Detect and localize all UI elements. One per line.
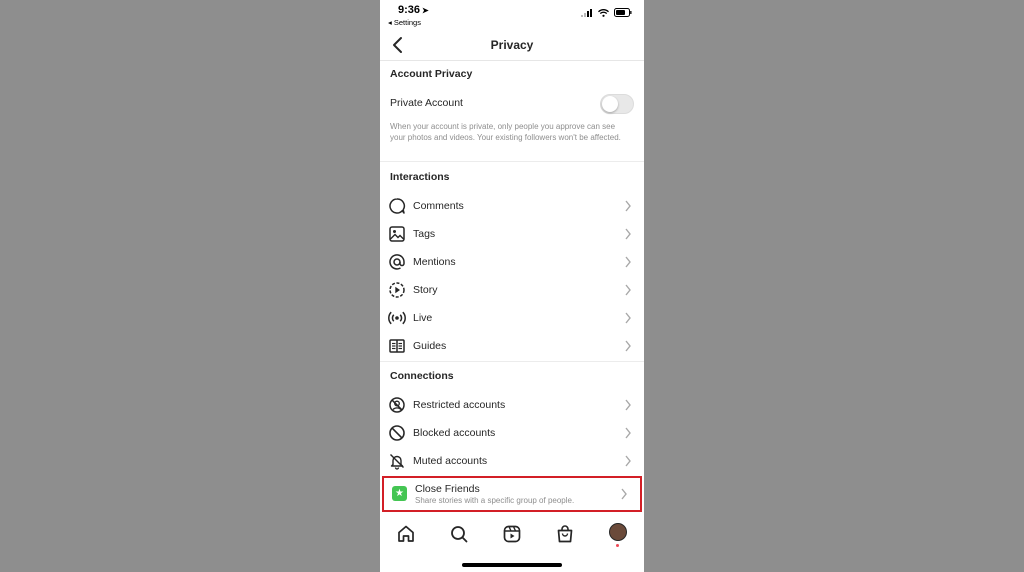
home-indicator <box>462 563 562 567</box>
chevron-right-icon <box>625 200 631 212</box>
blocked-icon <box>389 425 405 441</box>
connections-heading: Connections <box>390 370 454 382</box>
signal-icon <box>581 8 592 17</box>
row-label: Muted accounts <box>413 455 488 467</box>
bottom-tab-bar <box>380 515 644 555</box>
chevron-right-icon <box>625 284 631 296</box>
chevron-right-icon <box>625 256 631 268</box>
row-label: Guides <box>413 340 447 352</box>
row-label: Live <box>413 312 433 324</box>
close-friends-label: Close Friends <box>415 483 480 495</box>
profile-avatar[interactable] <box>609 523 627 541</box>
tag-photo-icon <box>389 226 405 242</box>
toggle-knob <box>602 96 618 112</box>
row-label: Blocked accounts <box>413 427 496 439</box>
row-mentions[interactable]: Mentions <box>380 248 644 276</box>
comment-icon <box>389 198 406 214</box>
row-guides[interactable]: Guides <box>380 332 644 360</box>
private-account-label: Private Account <box>390 97 463 109</box>
row-blocked-accounts[interactable]: Blocked accounts <box>380 419 644 447</box>
shop-icon[interactable] <box>554 523 576 545</box>
chevron-right-icon <box>625 427 631 439</box>
row-label: Story <box>413 284 438 296</box>
interactions-heading: Interactions <box>390 171 450 183</box>
divider <box>380 161 644 162</box>
page-title: Privacy <box>490 38 534 52</box>
row-label: Comments <box>413 200 464 212</box>
mention-icon <box>389 254 405 270</box>
chevron-right-icon <box>625 399 631 411</box>
status-bar: 9:36 ➤ ◂ Settings <box>380 0 644 30</box>
star-icon: ★ <box>395 488 404 499</box>
row-label: Mentions <box>413 256 456 268</box>
row-close-friends[interactable]: ★ Close Friends Share stories with a spe… <box>382 476 642 512</box>
phone-screen: 9:36 ➤ ◂ Settings Privacy Account Privac… <box>380 0 644 572</box>
row-label: Tags <box>413 228 436 240</box>
row-muted-accounts[interactable]: Muted accounts <box>380 447 644 475</box>
clock: 9:36 ➤ <box>398 4 429 16</box>
nav-bar: Privacy <box>380 30 644 61</box>
chevron-right-icon <box>621 488 627 500</box>
home-icon[interactable] <box>395 523 417 545</box>
chevron-right-icon <box>625 312 631 324</box>
chevron-right-icon <box>625 340 631 352</box>
restricted-icon <box>389 397 405 413</box>
status-icons <box>581 8 632 17</box>
divider <box>380 361 644 362</box>
muted-bell-icon <box>390 454 404 470</box>
chevron-right-icon <box>625 228 631 240</box>
location-arrow-icon: ➤ <box>422 6 429 15</box>
close-friends-badge: ★ <box>392 486 407 501</box>
row-tags[interactable]: Tags <box>380 220 644 248</box>
back-to-settings-link[interactable]: ◂ Settings <box>388 18 421 27</box>
private-account-description: When your account is private, only peopl… <box>390 122 621 142</box>
close-friends-subtitle: Share stories with a specific group of p… <box>415 496 575 505</box>
guides-icon <box>389 339 405 353</box>
row-restricted-accounts[interactable]: Restricted accounts <box>380 391 644 419</box>
reels-icon[interactable] <box>501 523 523 545</box>
notification-dot <box>616 544 619 547</box>
story-icon <box>389 282 405 298</box>
chevron-right-icon <box>625 455 631 467</box>
account-privacy-heading: Account Privacy <box>390 68 473 80</box>
battery-icon <box>614 8 632 17</box>
live-icon <box>388 311 406 325</box>
row-label: Restricted accounts <box>413 399 506 411</box>
row-live[interactable]: Live <box>380 304 644 332</box>
private-account-toggle[interactable] <box>600 94 634 114</box>
search-icon[interactable] <box>448 523 470 545</box>
row-comments[interactable]: Comments <box>380 192 644 220</box>
row-story[interactable]: Story <box>380 276 644 304</box>
wifi-icon <box>598 8 609 17</box>
